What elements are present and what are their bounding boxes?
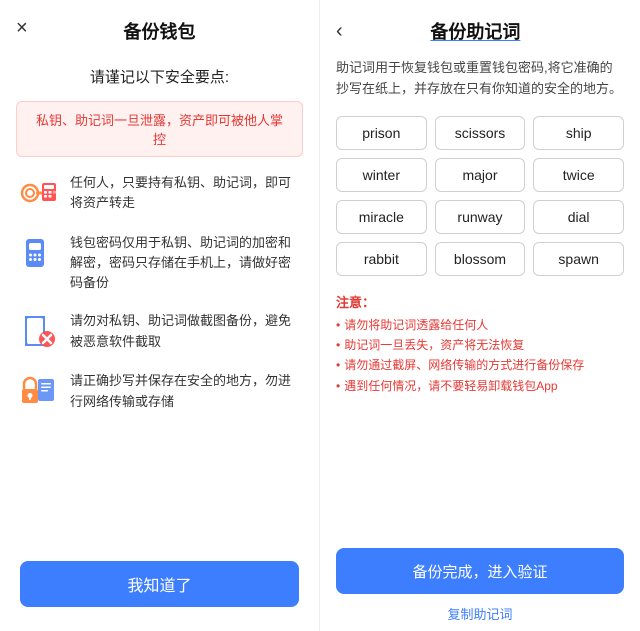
left-panel: × 备份钱包 请谨记以下安全要点: 私钥、助记词一旦泄露，资产即可被他人掌控: [0, 0, 320, 631]
mnemonic-word-2: scissors: [435, 116, 526, 150]
security-item-4: 请正确抄写并保存在安全的地方，勿进行网络传输或存储: [16, 369, 303, 413]
right-header: ‹ 备份助记词: [320, 0, 640, 54]
mnemonic-word-9: dial: [533, 200, 624, 234]
screenshot-icon: [16, 309, 60, 353]
security-item-3: 请勿对私钥、助记词做截图备份，避免被恶意软件截取: [16, 309, 303, 353]
mnemonic-word-1: prison: [336, 116, 427, 150]
back-button[interactable]: ‹: [336, 20, 343, 43]
mnemonic-grid: prisonscissorsship wintermajortwice miracl…: [320, 110, 640, 286]
mnemonic-word-6: twice: [533, 158, 624, 192]
key-transfer-icon: [16, 171, 60, 215]
mnemonic-word-7: miracle: [336, 200, 427, 234]
mnemonic-word-4: winter: [336, 158, 427, 192]
mnemonic-word-3: ship: [533, 116, 624, 150]
notice-item-3: 请勿通过截屏、网络传输的方式进行备份保存: [336, 355, 624, 375]
security-text-2: 钱包密码仅用于私钥、助记词的加密和解密，密码只存储在手机上，请做好密码备份: [70, 231, 303, 293]
mnemonic-word-10: rabbit: [336, 242, 427, 276]
notice-item-4: 遇到任何情况，请不要轻易卸载钱包App: [336, 376, 624, 396]
paper-icon: [16, 369, 60, 413]
security-item-1: 任何人，只要持有私钥、助记词，即可将资产转走: [16, 171, 303, 215]
notice-item-1: 请勿将助记词透露给任何人: [336, 315, 624, 335]
security-text-3: 请勿对私钥、助记词做截图备份，避免被恶意软件截取: [70, 309, 303, 351]
know-button[interactable]: 我知道了: [20, 561, 299, 607]
left-subtitle: 请谨记以下安全要点:: [0, 54, 319, 95]
backup-button[interactable]: 备份完成，进入验证: [336, 548, 624, 594]
warning-box: 私钥、助记词一旦泄露，资产即可被他人掌控: [16, 101, 303, 157]
security-text-4: 请正确抄写并保存在安全的地方，勿进行网络传输或存储: [70, 369, 303, 411]
security-item-2: 钱包密码仅用于私钥、助记词的加密和解密，密码只存储在手机上，请做好密码备份: [16, 231, 303, 293]
left-footer: 我知道了: [0, 549, 319, 631]
notice-item-2: 助记词一旦丢失，资产将无法恢复: [336, 335, 624, 355]
right-description: 助记词用于恢复钱包或重置钱包密码,将它准确的抄写在纸上，并存放在只有你知道的安全…: [320, 54, 640, 110]
left-header: × 备份钱包: [0, 0, 319, 54]
right-notice: 注意： 请勿将助记词透露给任何人助记词一旦丢失，资产将无法恢复请勿通过截屏、网络…: [320, 286, 640, 407]
notice-title: 注意：: [336, 292, 624, 311]
password-icon: [16, 231, 60, 275]
right-panel: ‹ 备份助记词 助记词用于恢复钱包或重置钱包密码,将它准确的抄写在纸上，并存放在…: [320, 0, 640, 631]
mnemonic-word-12: spawn: [533, 242, 624, 276]
mnemonic-word-5: major: [435, 158, 526, 192]
right-title: 备份助记词: [351, 18, 600, 44]
mnemonic-word-8: runway: [435, 200, 526, 234]
security-text-1: 任何人，只要持有私钥、助记词，即可将资产转走: [70, 171, 303, 213]
copy-mnemonic-link[interactable]: 复制助记词: [447, 604, 512, 623]
left-title: 备份钱包: [124, 18, 196, 44]
security-list: 任何人，只要持有私钥、助记词，即可将资产转走 钱包密码仅用于私钥、助记词的加密和…: [0, 167, 319, 549]
right-footer: 备份完成，进入验证 复制助记词: [320, 540, 640, 631]
mnemonic-word-11: blossom: [435, 242, 526, 276]
close-button[interactable]: ×: [16, 18, 28, 38]
